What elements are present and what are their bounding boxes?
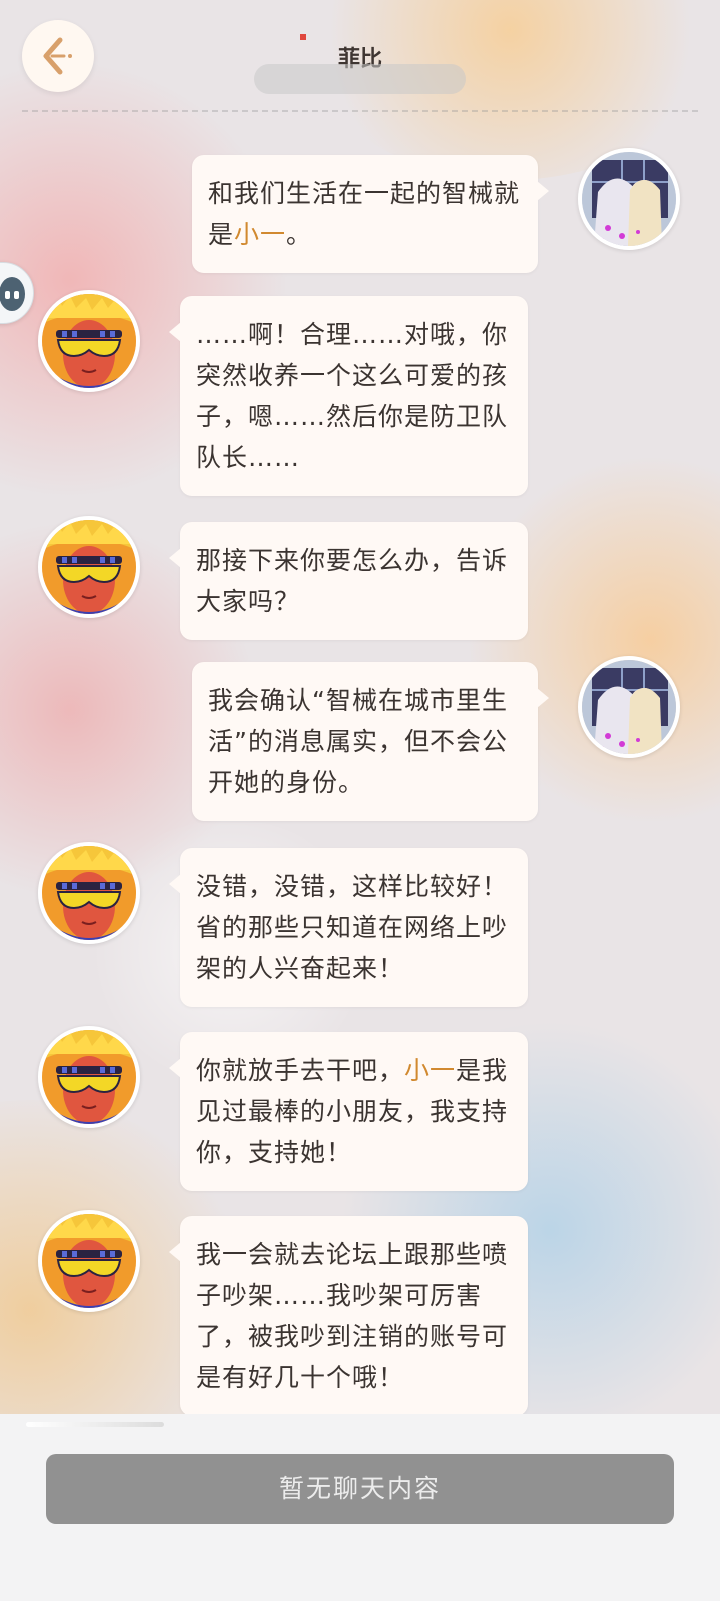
message-text: 那接下来你要怎么办，告诉大家吗？ [196, 546, 509, 616]
highlighted-name: 小一 [404, 1056, 457, 1085]
chat-message: 我会确认“智械在城市里生活”的消息属实，但不会公开她的身份。 [192, 662, 549, 821]
chat-message: 你就放手去干吧，小一是我见过最棒的小朋友，我支持你，支持她！ [169, 1032, 528, 1191]
message-text: 我会确认“智械在城市里生活”的消息属实，但不会公开她的身份。 [208, 686, 508, 797]
message-text: 和我们生活在一起的智械 [208, 179, 495, 208]
masked-girl-avatar[interactable] [38, 516, 140, 618]
scroll-handle[interactable] [26, 1422, 164, 1427]
masked-girl-avatar[interactable] [38, 842, 140, 944]
status-pill [254, 64, 466, 94]
no-chat-content-button[interactable]: 暂无聊天内容 [46, 1454, 674, 1524]
chat-message: 和我们生活在一起的智械就是小一。 [192, 155, 549, 273]
masked-girl-avatar[interactable] [38, 290, 140, 392]
header-divider [22, 110, 698, 112]
message-text: ……啊！合理……对哦，你突然收养一个这么可爱的孩子，嗯……然后你是防卫队队长…… [196, 320, 509, 472]
message-text: 没错，没错，这样比较好！省的那些只知道在网络上吵架的人兴奋起来！ [196, 872, 509, 983]
chat-message: ……啊！合理……对哦，你突然收养一个这么可爱的孩子，嗯……然后你是防卫队队长…… [169, 296, 528, 496]
chat-header: 菲比 [0, 0, 720, 112]
chat-message: 那接下来你要怎么办，告诉大家吗？ [169, 522, 528, 640]
phoebe-avatar[interactable] [578, 148, 680, 250]
chat-message: 我一会就去论坛上跟那些喷子吵架……我吵架可厉害了，被我吵到注销的账号可是有好几十… [169, 1216, 528, 1416]
message-text: 。 [286, 220, 313, 249]
message-text: 我一会就去论坛上跟那些喷子吵架……我吵架可厉害了，被我吵到注销的账号可是有好几十… [196, 1240, 509, 1392]
masked-girl-avatar[interactable] [38, 1026, 140, 1128]
message-text: 你就放手去干吧， [196, 1056, 405, 1085]
chat-message: 没错，没错，这样比较好！省的那些只知道在网络上吵架的人兴奋起来！ [169, 848, 528, 1007]
phoebe-avatar[interactable] [578, 656, 680, 758]
masked-girl-avatar[interactable] [38, 1210, 140, 1312]
highlighted-name: 小一 [234, 220, 287, 249]
chat-footer: 暂无聊天内容 [0, 1414, 720, 1601]
assistant-bot-icon [0, 277, 25, 311]
notification-line [300, 34, 420, 42]
